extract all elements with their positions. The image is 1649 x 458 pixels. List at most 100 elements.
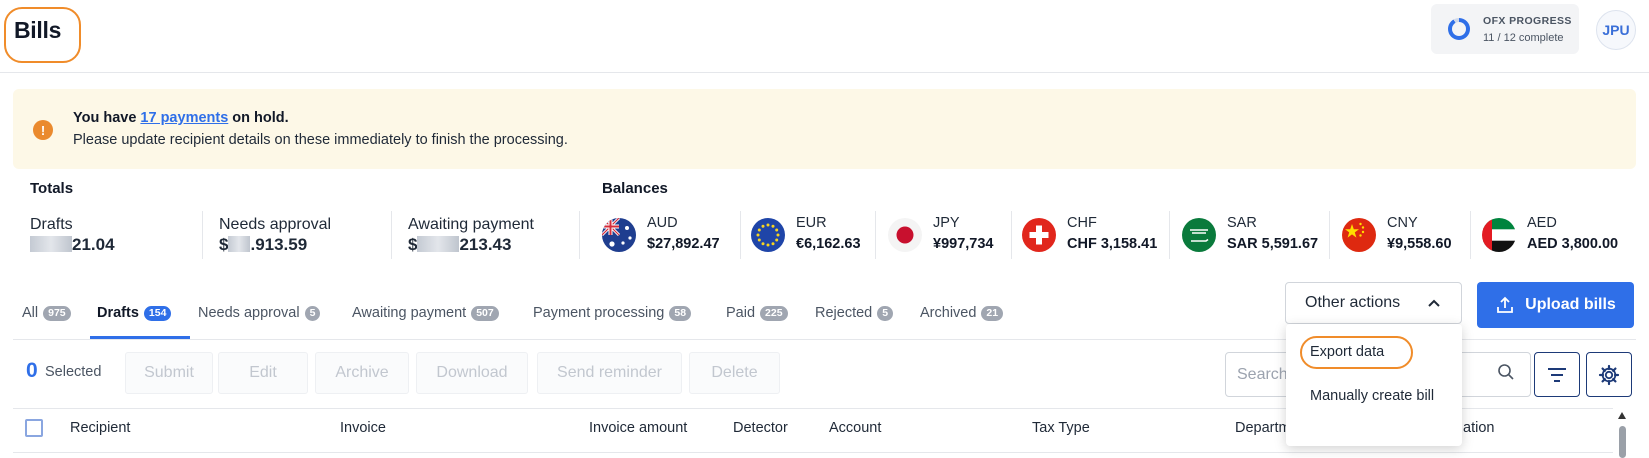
balance-amount: CHF 3,158.41 (1067, 236, 1158, 252)
divider (391, 211, 392, 259)
currency-code: CHF (1067, 215, 1097, 231)
active-tab-indicator (90, 336, 190, 339)
other-actions-menu: Export data Manually create bill (1286, 324, 1462, 446)
scrollbar-thumb[interactable] (1619, 426, 1626, 458)
cn-flag-icon (1342, 218, 1376, 252)
balance-amount: ¥997,734 (933, 236, 994, 252)
redacted-amount (30, 236, 72, 252)
banner-suffix: on hold. (228, 110, 289, 126)
search-icon[interactable] (1497, 363, 1515, 381)
total-label: Needs approval (219, 216, 332, 233)
ofx-progress-label: OFX PROGRESS (1483, 15, 1572, 27)
column-tax-type[interactable]: Tax Type (1032, 420, 1090, 436)
balances-heading: Balances (602, 180, 668, 197)
menu-item-manually-create-bill[interactable]: Manually create bill (1310, 385, 1440, 407)
balance-amount: ¥9,558.60 (1387, 236, 1452, 252)
header-divider (0, 72, 1649, 73)
title-highlight (4, 7, 81, 63)
column-invoice-amount[interactable]: Invoice amount (589, 420, 687, 436)
warning-icon: ! (33, 120, 53, 140)
ae-flag-icon (1482, 218, 1516, 252)
balance-amount: SAR 5,591.67 (1227, 236, 1319, 252)
tab-payment-processing[interactable]: Payment processing 58 (533, 305, 692, 321)
selected-count: 0 (26, 359, 38, 382)
on-hold-banner: ! You have 17 payments on hold. Please u… (13, 89, 1636, 169)
archive-button[interactable]: Archive (315, 352, 409, 394)
chevron-up-icon (1428, 299, 1440, 307)
total-awaiting-payment[interactable]: Awaiting payment $213.43 (408, 216, 534, 262)
avatar[interactable]: JPU (1596, 10, 1636, 50)
currency-code: SAR (1227, 215, 1257, 231)
balance-amount: €6,162.63 (796, 236, 861, 252)
ch-flag-icon (1022, 218, 1056, 252)
au-flag-icon (602, 218, 636, 252)
total-needs-approval[interactable]: Needs approval $ .913.59 (219, 216, 331, 262)
total-value: 21.04 (30, 235, 115, 255)
tab-drafts[interactable]: Drafts 154 (97, 305, 172, 321)
divider (579, 211, 580, 259)
divider (875, 211, 876, 259)
banner-headline: You have 17 payments on hold. (73, 110, 289, 126)
count-badge: 5 (877, 305, 894, 321)
count-badge: 225 (760, 305, 788, 321)
count-badge: 58 (669, 305, 692, 321)
other-actions-button[interactable]: Other actions (1285, 282, 1462, 324)
upload-icon (1497, 296, 1514, 313)
menu-item-export-data[interactable]: Export data (1310, 341, 1384, 363)
column-detector[interactable]: Detector (733, 420, 788, 436)
tab-rejected[interactable]: Rejected 5 (815, 305, 894, 321)
upload-bills-label: Upload bills (1525, 296, 1616, 313)
eu-flag-icon (751, 218, 785, 252)
column-department[interactable]: Departm (1235, 420, 1291, 436)
selected-label: Selected (45, 364, 102, 380)
totals-heading: Totals (30, 180, 74, 197)
divider (740, 211, 741, 259)
submit-button[interactable]: Submit (125, 352, 213, 394)
select-all-checkbox[interactable] (25, 419, 43, 437)
total-drafts[interactable]: Drafts 21.04 (30, 216, 115, 262)
settings-button[interactable] (1586, 352, 1632, 397)
filter-icon (1548, 367, 1566, 382)
divider (1329, 211, 1330, 259)
gear-icon (1598, 364, 1620, 385)
count-badge: 154 (143, 305, 172, 321)
edit-button[interactable]: Edit (218, 352, 308, 394)
ofx-progress-widget[interactable]: OFX PROGRESS 11 / 12 complete (1431, 4, 1579, 54)
divider (1169, 211, 1170, 259)
column-recipient[interactable]: Recipient (70, 420, 130, 436)
banner-message: Please update recipient details on these… (73, 132, 568, 148)
column-invoice[interactable]: Invoice (340, 420, 386, 436)
currency-code: AUD (647, 215, 678, 231)
column-account[interactable]: Account (829, 420, 881, 436)
ofx-progress-status: 11 / 12 complete (1483, 32, 1564, 44)
tab-archived[interactable]: Archived 21 (920, 305, 1004, 321)
count-badge: 21 (981, 305, 1004, 321)
total-label: Drafts (30, 216, 73, 233)
count-badge: 507 (471, 305, 499, 321)
filter-button[interactable] (1534, 352, 1580, 397)
upload-bills-button[interactable]: Upload bills (1477, 282, 1634, 328)
progress-ring-icon (1448, 18, 1470, 40)
tab-awaiting-payment[interactable]: Awaiting payment 507 (352, 305, 499, 321)
tab-needs-approval[interactable]: Needs approval 5 (198, 305, 321, 321)
jp-flag-icon (888, 218, 922, 252)
payments-on-hold-link[interactable]: 17 payments (140, 110, 228, 126)
tab-all[interactable]: All 975 (22, 305, 71, 321)
divider (202, 211, 203, 259)
balance-amount: $27,892.47 (647, 236, 720, 252)
total-label: Awaiting payment (408, 216, 534, 233)
redacted-amount (417, 236, 460, 252)
download-button[interactable]: Download (416, 352, 528, 394)
row-divider (13, 452, 1613, 453)
send-reminder-button[interactable]: Send reminder (537, 352, 682, 394)
total-value: $ .913.59 (219, 235, 308, 254)
currency-code: EUR (796, 215, 827, 231)
banner-prefix: You have (73, 110, 141, 126)
delete-button[interactable]: Delete (689, 352, 780, 394)
count-badge: 975 (43, 305, 71, 321)
divider (1470, 211, 1471, 259)
column-location[interactable]: ation (1463, 420, 1494, 436)
total-value: $213.43 (408, 235, 512, 254)
tab-paid[interactable]: Paid 225 (726, 305, 788, 321)
currency-code: CNY (1387, 215, 1418, 231)
